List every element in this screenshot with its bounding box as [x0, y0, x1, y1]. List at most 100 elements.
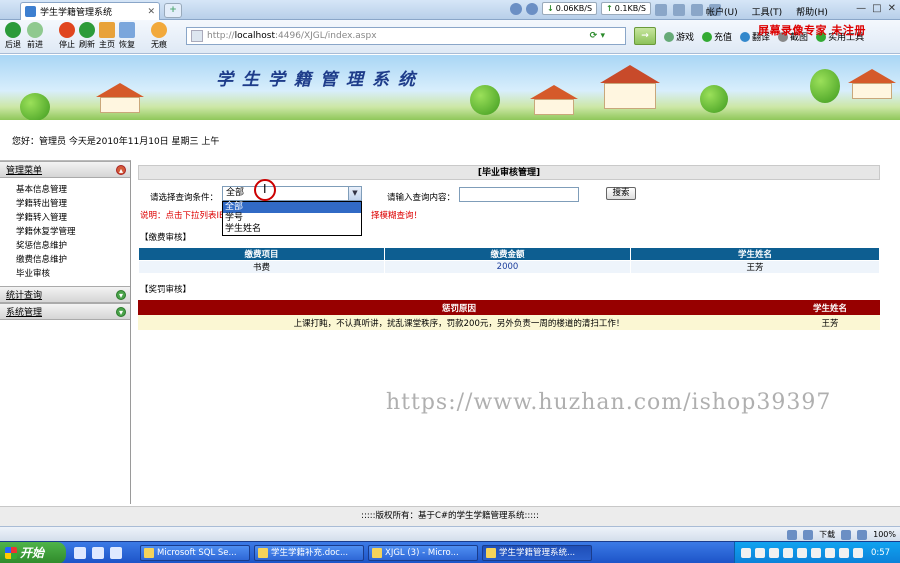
keyboard-icon[interactable]: [655, 4, 667, 16]
quick-launch: [74, 547, 122, 559]
sidebar-item-graduation[interactable]: 毕业审核: [16, 267, 130, 281]
download-label[interactable]: 下载: [819, 529, 835, 540]
tray-icon[interactable]: [797, 548, 807, 558]
sidebar-group-system[interactable]: 系统管理 ▾: [0, 303, 130, 320]
sidebar-item-transfer-in[interactable]: 学籍转入管理: [16, 211, 130, 225]
reload-small-icon[interactable]: ⟳ ▾: [590, 31, 605, 41]
table-cell: 王芳: [780, 315, 880, 330]
nav-back-small-icon[interactable]: [510, 2, 522, 15]
go-button[interactable]: →: [634, 27, 656, 45]
menu-help[interactable]: 帮助(H): [796, 5, 828, 18]
hint-text: 说明：点击下拉列表IE: [140, 211, 225, 221]
sidebar-item-transfer-out[interactable]: 学籍转出管理: [16, 197, 130, 211]
menu-tools[interactable]: 工具(T): [752, 5, 783, 18]
window-icon[interactable]: [841, 529, 852, 540]
tool-recharge[interactable]: 充值: [702, 30, 732, 43]
site-banner: 学生学籍管理系统: [0, 55, 900, 120]
dropdown-option[interactable]: 全部: [223, 202, 361, 213]
query-condition-label: 请选择查询条件：: [150, 193, 219, 203]
window-controls: — □ ✕: [856, 3, 896, 14]
address-bar[interactable]: http://localhost:4496/XJGL/index.aspx ⟳ …: [186, 27, 626, 45]
new-tab-button[interactable]: +: [164, 3, 182, 18]
nav-forward-small-icon[interactable]: [526, 2, 538, 15]
tray-icon[interactable]: [853, 548, 863, 558]
tray-icon[interactable]: [769, 548, 779, 558]
taskbar-item-word[interactable]: 学生学籍补充.doc...: [254, 545, 364, 561]
greeting-text: 您好：管理员 今天是2010年11月10日 星期三 上午: [12, 137, 220, 147]
column-header: 惩罚原因: [138, 300, 780, 315]
tray-icon[interactable]: [755, 548, 765, 558]
taskbar-item-browser[interactable]: 学生学籍管理系统...: [482, 545, 592, 561]
tray-icon[interactable]: [741, 548, 751, 558]
recorder-watermark: 屏幕录像专家 未注册: [758, 24, 866, 37]
download-icon[interactable]: [803, 529, 814, 540]
restore-icon: [119, 22, 135, 38]
taskbar-item-vs[interactable]: XJGL (3) - Micro...: [368, 545, 478, 561]
dropdown-option[interactable]: 学生姓名: [223, 224, 361, 235]
quicklaunch-desktop-icon[interactable]: [92, 547, 104, 559]
column-header: 缴费项目: [138, 247, 385, 261]
app-icon: [486, 548, 496, 558]
keyword-input[interactable]: [459, 187, 579, 202]
clock[interactable]: 0:57: [871, 548, 890, 558]
minimize-icon[interactable]: —: [856, 3, 866, 14]
sidebar-group-admin-menu[interactable]: 管理菜单 ▴: [0, 161, 130, 178]
bulb-icon[interactable]: [673, 4, 685, 16]
text-cursor-icon: I: [263, 182, 267, 196]
forward-button[interactable]: 前进: [24, 22, 46, 50]
net-upload-speed: ↑ 0.1KB/S: [601, 2, 651, 15]
tray-icon[interactable]: [783, 548, 793, 558]
network-stats: ↓ 0.06KB/S ↑ 0.1KB/S: [510, 2, 651, 15]
zoom-level[interactable]: 100%: [873, 530, 896, 539]
sidebar-item-basic-info[interactable]: 基本信息管理: [16, 183, 130, 197]
refresh-button[interactable]: 刷新: [76, 22, 98, 50]
sidebar-item-reward-punishment[interactable]: 奖惩信息维护: [16, 239, 130, 253]
main-panel: [毕业审核管理] 请选择查询条件： 全部 ▼ 全部 学号 学生姓名 I 请输入查…: [138, 165, 880, 330]
page-icon: [191, 30, 203, 42]
tool-games[interactable]: 游戏: [664, 30, 694, 43]
maximize-icon[interactable]: □: [872, 3, 881, 14]
user-icon[interactable]: [691, 4, 703, 16]
quicklaunch-browser-icon[interactable]: [74, 547, 86, 559]
volume-icon[interactable]: [857, 529, 868, 540]
tab-title: 学生学籍管理系统: [40, 8, 113, 18]
sidebar-item-suspension[interactable]: 学籍休复学管理: [16, 225, 130, 239]
column-header: 学生姓名: [780, 300, 880, 315]
query-condition-select[interactable]: 全部 ▼: [222, 186, 362, 201]
sidebar-item-payment[interactable]: 缴费信息维护: [16, 253, 130, 267]
dropdown-option[interactable]: 学号: [223, 213, 361, 224]
globe-icon[interactable]: [787, 529, 798, 540]
stop-icon: [59, 22, 75, 38]
restore-button[interactable]: 恢复: [116, 22, 138, 50]
collapse-icon[interactable]: ▴: [116, 165, 126, 175]
tab-close-icon[interactable]: ✕: [147, 7, 155, 17]
table-cell: 2000: [384, 260, 631, 274]
tray-icon[interactable]: [825, 548, 835, 558]
quicklaunch-folder-icon[interactable]: [110, 547, 122, 559]
chevron-down-icon[interactable]: ▼: [348, 187, 361, 200]
taskbar-item-sql[interactable]: Microsoft SQL Se...: [140, 545, 250, 561]
sidebar-group-label: 统计查询: [6, 291, 43, 301]
paw-icon: [151, 22, 167, 38]
house-decoration: [530, 85, 578, 115]
back-button[interactable]: 后退: [2, 22, 24, 50]
search-button[interactable]: 搜索: [606, 187, 636, 200]
stop-button[interactable]: 停止: [56, 22, 78, 50]
address-host: localhost: [234, 31, 275, 41]
start-button[interactable]: 开始: [0, 542, 66, 563]
incognito-button[interactable]: 无痕: [148, 22, 170, 50]
close-window-icon[interactable]: ✕: [888, 3, 896, 14]
windows-logo-icon: [5, 547, 17, 559]
browser-tab-active[interactable]: 学生学籍管理系统 ✕: [20, 2, 160, 20]
sidebar-group-statistics[interactable]: 统计查询 ▾: [0, 286, 130, 303]
browser-status-bar: 下载 100%: [0, 526, 900, 541]
tray-icon[interactable]: [811, 548, 821, 558]
query-selected-value: 全部: [226, 188, 245, 198]
tray-icon[interactable]: [839, 548, 849, 558]
expand-icon[interactable]: ▾: [116, 307, 126, 317]
home-button[interactable]: 主页: [96, 22, 118, 50]
expand-icon[interactable]: ▾: [116, 290, 126, 300]
menu-account[interactable]: 帐户(U): [706, 5, 738, 18]
app-icon: [372, 548, 382, 558]
fee-table: 缴费项目 缴费金额 学生姓名 书费 2000 王芳: [138, 247, 880, 274]
